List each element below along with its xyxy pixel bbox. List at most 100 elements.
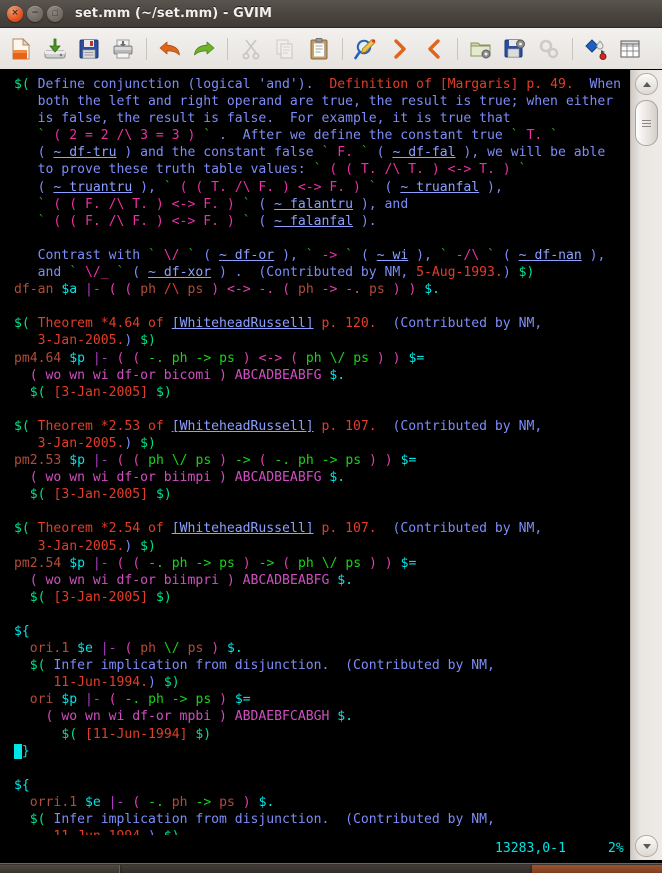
scroll-percent: 2% — [608, 841, 624, 856]
code-token: ), — [132, 179, 164, 195]
code-token: ABCADBEABFG — [234, 367, 322, 383]
code-token: ~ df-or — [219, 247, 275, 263]
code-token: $( — [29, 384, 46, 400]
code-token: 11-Jun-1994. — [53, 675, 149, 691]
taskbar-left-item[interactable] — [0, 865, 120, 873]
code-token: ( — [495, 247, 519, 263]
code-token: ps — [353, 350, 370, 366]
undo-arrow-icon — [159, 41, 180, 55]
save-file-button[interactable] — [72, 32, 106, 66]
toolbar-separator — [227, 37, 228, 60]
code-line: orri.1 $e |- ( -. ph -> ps ) $. — [14, 794, 630, 811]
window-title: set.mm (~/set.mm) - GVIM — [75, 6, 272, 21]
code-token: $. — [337, 709, 354, 725]
code-line: pm4.64 $p |- ( ( -. ph -> ps ) <-> ( ph … — [14, 350, 630, 367]
scroll-down-button[interactable] — [635, 835, 658, 857]
close-button[interactable]: × — [7, 5, 23, 22]
find-previous-button[interactable] — [417, 32, 451, 66]
scroll-up-button[interactable] — [635, 73, 658, 95]
code-token: ( ( F. /\ T. ) <-> F. ) — [45, 196, 243, 212]
code-token: $= — [400, 555, 417, 571]
cursor-position: 13283,0-1 — [495, 841, 566, 856]
redo-button[interactable] — [187, 32, 221, 66]
code-token: ~ truantru — [53, 179, 133, 195]
code-token: ` — [242, 213, 251, 229]
print-button[interactable] — [106, 32, 140, 66]
code-token: (Contributed by NM, — [376, 418, 543, 434]
code-token: $p — [61, 692, 78, 708]
taskbar-active-window[interactable] — [532, 865, 662, 873]
code-token: ph — [298, 555, 314, 571]
code-line: ( wo wn wi df-or biimpi ) ABCADBEABFG $. — [14, 469, 630, 486]
gears-icon — [539, 39, 559, 58]
triangle-up-icon — [642, 81, 651, 87]
code-line: is false, the result is false. For examp… — [14, 110, 630, 127]
code-token: ) ) — [369, 453, 393, 469]
load-session-button[interactable] — [464, 32, 498, 66]
new-file-button[interactable] — [4, 32, 38, 66]
code-line: 3-Jan-2005.) $) — [14, 332, 630, 349]
window-titlebar: × − □ set.mm (~/set.mm) - GVIM — [0, 0, 662, 28]
code-token: $. — [329, 367, 346, 383]
run-script-button[interactable] — [532, 32, 566, 66]
code-token: |- — [85, 692, 101, 708]
code-token: $) — [163, 675, 180, 691]
code-token: ` — [518, 162, 527, 178]
copy-button[interactable] — [268, 32, 302, 66]
code-line: $} — [14, 743, 630, 760]
code-token: ` — [37, 128, 46, 144]
code-token: ( — [353, 247, 377, 263]
paste-button[interactable] — [302, 32, 336, 66]
code-token: ( — [368, 145, 393, 161]
find-button[interactable] — [349, 32, 383, 66]
code-token: ori.1 — [29, 641, 70, 657]
maximize-button[interactable]: □ — [47, 5, 63, 22]
code-token: ) — [124, 333, 141, 349]
editor-text-area[interactable]: $( Define conjunction (logical 'and'). D… — [0, 70, 630, 835]
code-token: T. — [518, 128, 551, 144]
cut-button[interactable] — [234, 32, 268, 66]
undo-button[interactable] — [153, 32, 187, 66]
make-button[interactable] — [579, 32, 613, 66]
code-token: ) — [124, 435, 141, 451]
code-token: <-> — [258, 350, 283, 366]
code-token: ph — [171, 794, 188, 810]
vertical-scrollbar[interactable] — [630, 70, 662, 860]
code-token: \/ — [163, 641, 180, 657]
vertical-scrollbar-thumb[interactable] — [635, 100, 658, 146]
choose-buffer-button[interactable] — [613, 32, 647, 66]
find-next-button[interactable] — [383, 32, 417, 66]
code-token: ps — [187, 641, 204, 657]
save-session-button[interactable] — [498, 32, 532, 66]
code-token: ABDAEBFCABGH — [234, 709, 330, 725]
code-token: [3-Jan-2005] — [53, 487, 149, 503]
code-line: df-an $a |- ( ( ph /\ ps ) <-> -. ( ph -… — [14, 281, 630, 298]
minimize-button[interactable]: − — [27, 5, 43, 22]
code-token: Theorem *2.54 of — [29, 521, 172, 537]
code-line: ( ~ df-tru ) and the constant false ` F.… — [14, 144, 630, 161]
code-token: [WhiteheadRussell] — [171, 418, 314, 434]
open-file-button[interactable] — [38, 32, 72, 66]
